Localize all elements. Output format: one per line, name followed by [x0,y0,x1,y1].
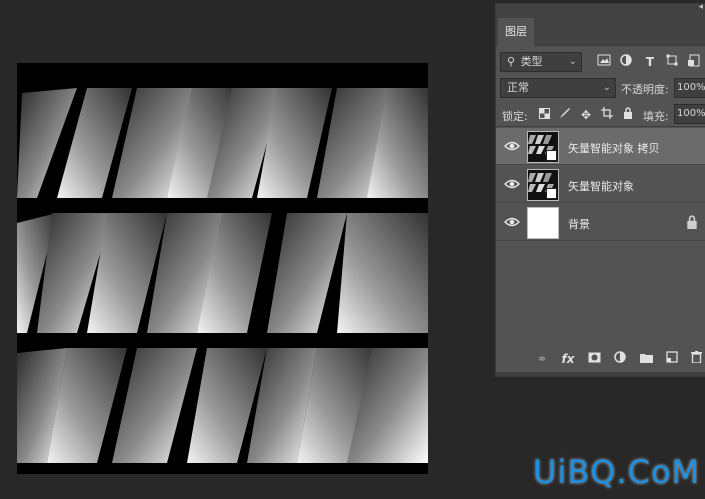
layers-panel: 图层 ◂ ⚲ 类型 ⌄ T 正常 ⌄ 不透明度: 100% 锁定: ✥ 填充: … [495,2,705,377]
layer-row-smart-object-copy[interactable]: 矢量智能对象 拷贝 [496,128,705,165]
eye-icon[interactable] [504,138,520,154]
shape-filter-icon[interactable] [664,54,680,70]
layers-bottom-toolbar: ⚭ fx [496,348,705,370]
panel-resize-grip[interactable] [496,372,705,376]
blend-row: 正常 ⌄ 不透明度: 100% [496,77,705,101]
link-icon[interactable]: ⚭ [534,351,550,367]
opacity-label: 不透明度: [621,83,669,96]
document-canvas[interactable] [17,63,428,474]
layer-name: 背景 [568,218,590,231]
eye-icon[interactable] [504,214,520,230]
smart-object-badge-icon [546,188,557,199]
fill-label: 填充: [643,110,669,123]
type-filter-icon[interactable]: T [642,54,658,70]
fill-input[interactable]: 100% [674,104,705,124]
lock-artboard-icon[interactable] [599,107,615,123]
panel-tab-bar: 图层 ◂ [496,2,705,46]
lock-icon[interactable] [686,215,698,229]
tab-layers[interactable]: 图层 [498,18,534,46]
adjustment-filter-icon[interactable] [618,54,634,70]
layer-row-smart-object[interactable]: 矢量智能对象 [496,166,705,203]
blend-mode-value: 正常 [507,81,529,94]
lock-transparent-pixels-icon[interactable] [536,107,552,123]
smart-object-filter-icon[interactable] [686,54,702,70]
lock-image-pixels-icon[interactable] [557,107,573,123]
lock-label: 锁定: [502,110,528,123]
lock-all-icon[interactable] [620,107,636,123]
opacity-input[interactable]: 100% [674,78,705,98]
eye-icon[interactable] [504,176,520,192]
canvas-artwork [17,88,428,463]
image-filter-icon[interactable] [596,54,612,70]
layer-name: 矢量智能对象 拷贝 [568,142,660,155]
folder-icon[interactable] [638,351,654,367]
new-layer-icon[interactable] [664,351,680,367]
layer-row-background[interactable]: 背景 [496,204,705,241]
chevron-down-icon: ⌄ [602,82,611,93]
layer-thumbnail [527,207,559,239]
adjustment-icon[interactable] [612,351,628,367]
chevron-down-icon: ⌄ [568,56,577,67]
lock-position-icon[interactable]: ✥ [578,107,594,123]
layer-name: 矢量智能对象 [568,180,634,193]
collapse-panel-icon[interactable]: ◂ [698,2,703,12]
blend-mode-select[interactable]: 正常 ⌄ [500,78,616,98]
mask-icon[interactable] [586,351,602,367]
filter-kind-value: 类型 [520,55,543,68]
layer-thumbnail [527,169,559,201]
layer-filter-row: ⚲ 类型 ⌄ T [496,51,705,75]
watermark-text: UiBQ.CoM [533,453,701,491]
layer-thumbnail [527,131,559,163]
lock-row: 锁定: ✥ 填充: 100% [496,103,705,127]
smart-object-badge-icon [546,150,557,161]
fx-icon[interactable]: fx [560,351,576,367]
filter-kind-select[interactable]: ⚲ 类型 ⌄ [500,52,582,72]
search-icon: ⚲ [507,55,516,68]
trash-icon[interactable] [688,351,704,367]
